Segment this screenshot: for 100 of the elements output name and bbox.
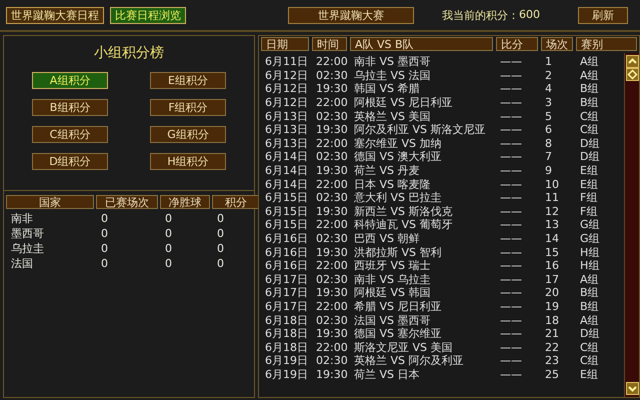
group-button[interactable]: D组积分 (32, 153, 108, 170)
table-cell-text: —— (499, 286, 523, 300)
tab-button[interactable]: 世界蹴鞠大赛日程 (6, 6, 104, 24)
table-cell-text: —— (499, 354, 523, 368)
group-button[interactable]: F组积分 (150, 99, 226, 116)
table-cell-text: 荷兰 VS 丹麦 (353, 163, 421, 178)
table-cell-text: D组 (579, 149, 600, 164)
scroll-thumb-icon[interactable] (626, 68, 638, 81)
table-cell-text: 法国 (10, 256, 34, 271)
column-header: 赛别 (576, 37, 637, 51)
table-cell-text: 11 (544, 191, 560, 204)
table-cell-text: 21 (544, 327, 560, 340)
group-button[interactable]: C组积分 (32, 126, 108, 143)
group-button[interactable]: G组积分 (150, 126, 226, 143)
column-header: 国家 (6, 194, 94, 208)
table-cell-text: 19:30 (315, 327, 347, 340)
table-cell-text: 阿尔及利亚 VS 斯洛文尼亚 (353, 122, 487, 138)
table-cell-text: 0 (100, 257, 109, 270)
table-cell-text: 德国 VS 澳大利亚 (353, 149, 443, 164)
table-cell-text: 02:30 (315, 68, 347, 82)
table-cell-text: 6月14日 (264, 163, 309, 178)
table-cell-text: 6月17日 (264, 298, 309, 314)
refresh-button[interactable]: 刷新 (578, 6, 628, 24)
table-cell-text: —— (499, 136, 523, 150)
table-cell-text: B组 (579, 95, 600, 110)
table-cell-text: 0 (216, 227, 225, 240)
table-cell-text: 22:00 (315, 300, 347, 313)
table-cell-text: 0 (164, 242, 173, 255)
group-button[interactable]: E组积分 (150, 72, 226, 89)
table-cell-text: 23 (544, 354, 560, 368)
table-cell-text: 6月17日 (264, 285, 309, 300)
table-cell-text: 科特迪瓦 VS 葡萄牙 (353, 217, 454, 232)
table-cell-text: 6月18日 (264, 340, 309, 355)
table-cell-text: 6月15日 (264, 217, 309, 232)
group-button[interactable]: A组积分 (32, 72, 108, 89)
table-cell-text: —— (499, 204, 523, 218)
tournament-button[interactable]: 世界蹴鞠大赛 (288, 6, 414, 24)
table-cell-text: 6月16日 (264, 244, 309, 260)
table-cell-text: —— (499, 314, 523, 327)
table-cell-text: —— (499, 218, 523, 232)
table-cell-text: 22:00 (315, 178, 347, 191)
group-button[interactable]: H组积分 (150, 153, 226, 170)
table-cell-text: C组 (579, 122, 600, 138)
table-cell-text: 02:30 (315, 232, 347, 246)
tab-button[interactable]: 比赛日程浏览 (110, 6, 186, 24)
table-cell-text: 6月15日 (264, 190, 309, 206)
table-cell-text: 8 (544, 136, 553, 150)
column-header: 时间 (312, 37, 347, 51)
table-cell-text: 4 (544, 82, 553, 96)
table-cell-text: E组 (579, 163, 599, 178)
table-cell-text: 英格兰 VS 阿尔及利亚 (353, 353, 465, 368)
table-cell-text: 22 (544, 340, 560, 354)
group-button[interactable]: B组积分 (32, 99, 108, 116)
scroll-up-icon[interactable] (626, 55, 638, 68)
table-cell-text: 0 (164, 212, 173, 225)
table-cell-text: 阿根廷 VS 韩国 (353, 285, 432, 300)
scroll-down-icon[interactable] (626, 382, 638, 395)
table-cell-text: 02:30 (315, 191, 347, 204)
table-cell-text: —— (499, 150, 523, 164)
table-cell-text: 6月16日 (264, 231, 309, 246)
scrollbar[interactable] (624, 53, 639, 397)
table-cell-text: 英格兰 VS 美国 (353, 108, 432, 124)
table-cell-text: 0 (100, 227, 109, 240)
table-cell-text: 0 (100, 212, 109, 225)
table-cell-text: 0 (100, 242, 109, 255)
table-cell-text: 法国 VS 墨西哥 (353, 312, 432, 328)
table-cell-text: F组 (579, 204, 598, 219)
table-cell-text: —— (499, 110, 523, 123)
table-cell-text: 13 (544, 218, 560, 232)
table-cell-text: C组 (579, 353, 600, 368)
table-cell-text: 洪都拉斯 VS 智利 (353, 244, 443, 260)
table-cell-text: B组 (579, 298, 600, 314)
table-cell-text: 6月15日 (264, 204, 309, 219)
table-cell-text: 6月16日 (264, 258, 309, 274)
table-cell-text: 6月17日 (264, 272, 309, 287)
table-cell-text: C组 (579, 108, 600, 124)
panel-title: 小组积分榜 (94, 44, 164, 63)
table-cell-text: —— (499, 68, 523, 82)
table-cell-text: —— (499, 300, 523, 313)
table-cell-text: 新西兰 VS 斯洛伐克 (353, 204, 454, 218)
table-cell-text: 19:30 (315, 286, 347, 300)
column-header: 场次 (541, 37, 573, 51)
table-cell-text: G组 (579, 231, 601, 246)
table-cell-text: —— (499, 259, 523, 272)
table-cell-text: B组 (579, 285, 600, 300)
table-cell-text: 荷兰 VS 日本 (353, 366, 421, 382)
table-cell-text: 15 (544, 246, 560, 259)
table-cell-text: 希腊 VS 尼日利亚 (353, 298, 443, 314)
table-cell-text: 乌拉圭 VS 法国 (353, 68, 432, 83)
table-cell-text: 斯洛文尼亚 VS 美国 (353, 340, 454, 354)
table-cell-text: 巴西 VS 朝鲜 (353, 231, 421, 246)
table-cell-text: A组 (579, 312, 600, 328)
table-cell-text: G组 (579, 217, 601, 232)
table-cell-text: —— (499, 178, 523, 191)
column-header: 比分 (496, 37, 538, 51)
table-cell-text: 6月18日 (264, 312, 309, 328)
table-cell-text: 乌拉圭 (10, 241, 45, 256)
table-cell-text: 0 (216, 257, 225, 270)
table-cell-text: 0 (216, 212, 225, 225)
table-cell-text: 1 (544, 55, 553, 68)
